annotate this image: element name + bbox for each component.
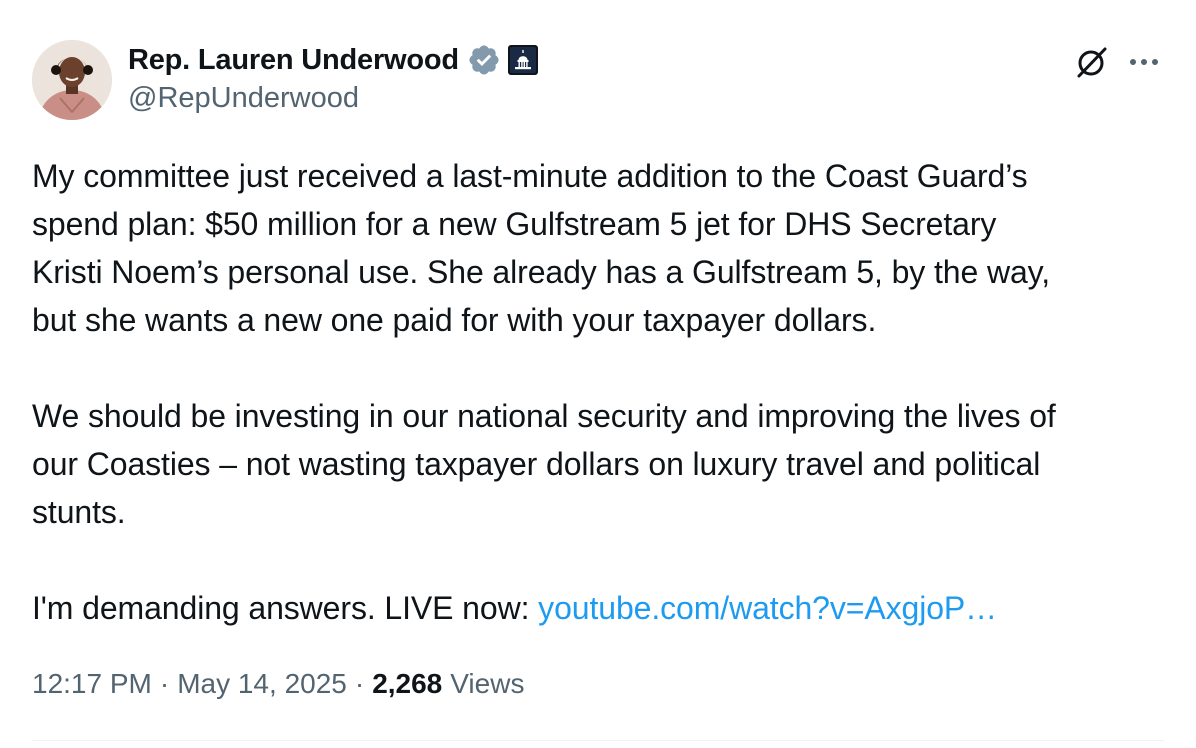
- tweet-paragraph: We should be investing in our national s…: [32, 398, 1056, 530]
- views-label: Views: [450, 668, 525, 699]
- meta-separator: ·: [159, 668, 170, 699]
- avatar[interactable]: [32, 40, 112, 120]
- author-display-name[interactable]: Rep. Lauren Underwood: [128, 44, 459, 77]
- tweet-meta: 12:17 PM · May 14, 2025 · 2,268 Views: [32, 668, 524, 700]
- us-capitol-icon[interactable]: [507, 44, 539, 76]
- author-handle[interactable]: @RepUnderwood: [128, 82, 359, 115]
- tweet-paragraph: My committee just received a last-minute…: [32, 158, 1050, 338]
- tweet-time[interactable]: 12:17 PM: [32, 668, 152, 700]
- verified-check-icon[interactable]: [467, 43, 501, 77]
- tweet-paragraph-text: I'm demanding answers. LIVE now:: [32, 590, 539, 626]
- author-name-row: Rep. Lauren Underwood: [128, 42, 539, 78]
- divider: [32, 740, 1164, 741]
- more-horizontal-icon[interactable]: [1124, 44, 1164, 80]
- tweet-date[interactable]: May 14, 2025: [177, 668, 347, 700]
- youtube-link[interactable]: youtube.com/watch?v=AxgjoP…: [538, 590, 997, 626]
- tweet-text: My committee just received a last-minute…: [32, 152, 1172, 632]
- tweet-paragraph-with-link: I'm demanding answers. LIVE now: youtube…: [32, 584, 1172, 632]
- meta-separator: ·: [354, 668, 365, 699]
- grok-icon[interactable]: [1074, 44, 1110, 80]
- tweet-card: Rep. Lauren Underwood @RepUnderwood My c…: [0, 0, 1196, 748]
- views-count[interactable]: 2,268: [372, 668, 442, 700]
